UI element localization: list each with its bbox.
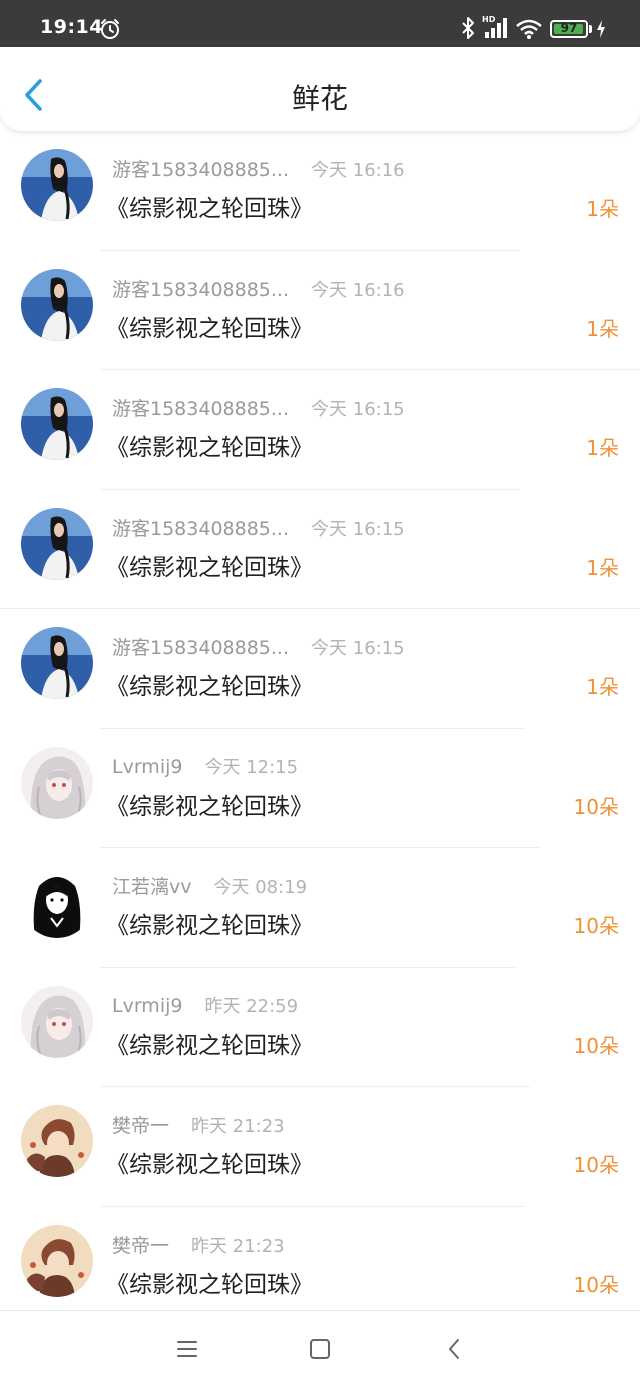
avatar[interactable]	[21, 866, 93, 938]
list-item[interactable]: 游客1583408885... 今天 16:15 《综影视之轮回珠》 1朵	[0, 609, 640, 729]
avatar[interactable]	[21, 507, 93, 580]
timestamp: 今天 16:15	[311, 638, 405, 659]
avatar[interactable]	[21, 388, 93, 460]
menu-icon[interactable]	[176, 1339, 198, 1359]
avatar[interactable]	[21, 1224, 93, 1297]
username[interactable]: 游客1583408885...	[112, 159, 289, 181]
alarm-icon	[101, 19, 119, 39]
timestamp: 昨天 22:59	[204, 995, 299, 1017]
timestamp: 今天 12:15	[204, 756, 299, 778]
signal-icon	[485, 18, 507, 38]
home-square-icon[interactable]	[309, 1338, 331, 1360]
flower-count: 1朵	[586, 316, 619, 341]
flower-count: 1朵	[586, 197, 619, 221]
page-title: 鲜花	[291, 82, 348, 115]
book-title[interactable]: 《综影视之轮回珠》	[106, 548, 313, 582]
flower-list: 游客1583408885... 今天 16:16 《综影视之轮回珠》 1朵 游客158…	[0, 131, 640, 1326]
system-nav-bar	[0, 1310, 640, 1388]
flower-count: 10朵	[573, 1033, 619, 1058]
book-title[interactable]: 《综影视之轮回珠》	[106, 667, 313, 701]
book-title[interactable]: 《综影视之轮回珠》	[106, 309, 313, 343]
avatar[interactable]	[21, 627, 93, 699]
item-meta: 樊帝一 昨天 21:23	[112, 1231, 285, 1258]
timestamp: 今天 16:16	[311, 279, 405, 301]
flower-count: 10朵	[573, 1272, 619, 1297]
list-item[interactable]: Lvrmij9 昨天 22:59 《综影视之轮回珠》 10朵	[0, 968, 640, 1087]
timestamp: 今天 08:19	[213, 877, 308, 898]
item-meta: 樊帝一 昨天 21:23	[112, 1111, 285, 1138]
timestamp: 昨天 21:23	[191, 1235, 285, 1257]
charging-icon	[597, 20, 605, 38]
avatar[interactable]	[21, 746, 93, 819]
item-meta: 游客1583408885... 今天 16:16	[112, 275, 405, 302]
list-item[interactable]: 游客1583408885... 今天 16:16 《综影视之轮回珠》 1朵	[0, 251, 640, 370]
list-item[interactable]: 樊帝一 昨天 21:23 《综影视之轮回珠》 10朵	[0, 1207, 640, 1327]
timestamp: 今天 16:15	[311, 518, 405, 540]
header: 鲜花	[0, 47, 640, 131]
battery-icon: 97	[550, 20, 588, 38]
list-item[interactable]: Lvrmij9 今天 12:15 《综影视之轮回珠》 10朵	[0, 729, 640, 848]
status-time: 19:14	[40, 16, 103, 38]
battery-percent: 97	[560, 21, 578, 35]
username[interactable]: Lvrmij9	[112, 756, 182, 778]
battery-nub	[589, 25, 592, 33]
flower-count: 10朵	[573, 794, 619, 819]
book-title[interactable]: 《综影视之轮回珠》	[106, 1265, 313, 1299]
username[interactable]: 樊帝一	[112, 1235, 169, 1257]
status-bar: 19:14 HD 97	[0, 0, 640, 47]
list-item[interactable]: 游客1583408885... 今天 16:15 《综影视之轮回珠》 1朵	[0, 490, 640, 609]
book-title[interactable]: 《综影视之轮回珠》	[106, 1145, 313, 1179]
list-item[interactable]: 樊帝一 昨天 21:23 《综影视之轮回珠》 10朵	[0, 1087, 640, 1207]
username[interactable]: 游客1583408885...	[112, 518, 289, 540]
avatar[interactable]	[21, 268, 93, 341]
flower-count: 10朵	[573, 914, 619, 938]
list-item[interactable]: 游客1583408885... 今天 16:15 《综影视之轮回珠》 1朵	[0, 370, 640, 490]
bluetooth-icon	[462, 17, 474, 39]
item-meta: 江若漓vv 今天 08:19	[112, 872, 307, 899]
timestamp: 今天 16:16	[311, 160, 405, 181]
list-item[interactable]: 江若漓vv 今天 08:19 《综影视之轮回珠》 10朵	[0, 848, 640, 968]
item-meta: 游客1583408885... 今天 16:15	[112, 514, 405, 541]
username[interactable]: 游客1583408885...	[112, 279, 289, 301]
flower-count: 1朵	[586, 555, 619, 580]
username[interactable]: 游客1583408885...	[112, 398, 289, 420]
item-meta: Lvrmij9 昨天 22:59	[112, 992, 298, 1018]
book-title[interactable]: 《综影视之轮回珠》	[106, 787, 313, 821]
item-meta: 游客1583408885... 今天 16:15	[112, 394, 405, 421]
flower-count: 1朵	[586, 436, 619, 460]
username[interactable]: 游客1583408885...	[112, 637, 289, 659]
username[interactable]: 樊帝一	[112, 1115, 169, 1137]
wifi-icon	[516, 19, 542, 39]
avatar[interactable]	[21, 1105, 93, 1177]
avatar[interactable]	[21, 149, 93, 221]
item-meta: Lvrmij9 今天 12:15	[112, 753, 298, 779]
item-meta: 游客1583408885... 今天 16:15	[112, 633, 405, 660]
book-title[interactable]: 《综影视之轮回珠》	[106, 906, 313, 940]
flower-count: 1朵	[586, 675, 619, 699]
timestamp: 昨天 21:23	[191, 1116, 285, 1137]
back-triangle-icon[interactable]	[446, 1337, 462, 1361]
book-title[interactable]: 《综影视之轮回珠》	[106, 1026, 313, 1060]
item-meta: 游客1583408885... 今天 16:16	[112, 155, 405, 182]
book-title[interactable]: 《综影视之轮回珠》	[106, 189, 313, 223]
username[interactable]: 江若漓vv	[112, 876, 192, 898]
avatar[interactable]	[21, 985, 93, 1058]
username[interactable]: Lvrmij9	[112, 995, 182, 1017]
flower-count: 10朵	[573, 1153, 619, 1177]
timestamp: 今天 16:15	[311, 399, 405, 420]
book-title[interactable]: 《综影视之轮回珠》	[106, 428, 313, 462]
list-item[interactable]: 游客1583408885... 今天 16:16 《综影视之轮回珠》 1朵	[0, 131, 640, 251]
